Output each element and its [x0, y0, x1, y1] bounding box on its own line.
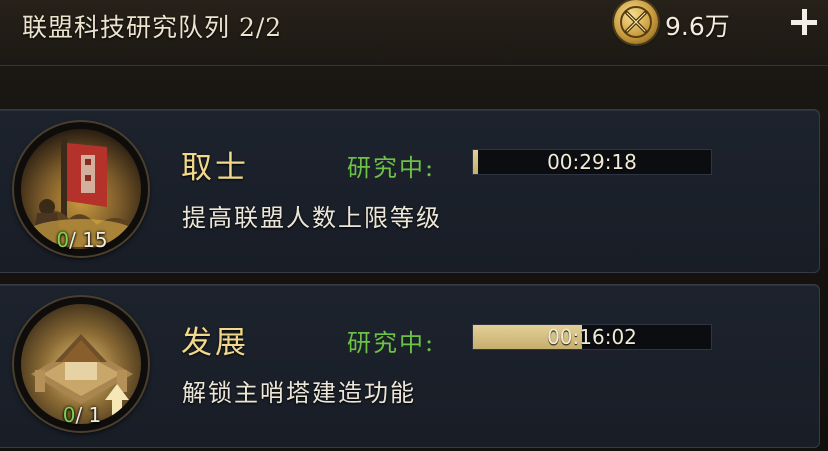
level-current: 0: [56, 228, 70, 252]
crossed-swords-coin-icon: [614, 0, 658, 44]
research-progress-bar: 00:16:02: [472, 324, 712, 350]
tech-card[interactable]: 0/ 1 发展 研究中: 00:16:02 解锁主哨塔建造功能: [0, 284, 820, 448]
add-currency-button[interactable]: [784, 2, 824, 42]
page-title: 联盟科技研究队列 2/2: [22, 13, 283, 42]
currency-amount: 9.6万: [665, 12, 730, 41]
level-max: / 15: [69, 228, 108, 252]
header-bar: 联盟科技研究队列 2/2 9.6万: [0, 0, 828, 66]
level-current: 0: [62, 403, 76, 427]
research-timer: 00:29:18: [547, 150, 637, 174]
tech-description: 解锁主哨塔建造功能: [182, 379, 416, 407]
tech-name: 发展: [181, 325, 249, 361]
research-timer: 00:16:02: [547, 325, 637, 349]
research-status: 研究中:: [347, 329, 436, 357]
tech-name: 取士: [181, 150, 249, 186]
research-progress-bar: 00:29:18: [472, 149, 712, 175]
alliance-tech-queue-panel: 联盟科技研究队列 2/2 9.6万 0/ 15 取士 研究中: 00:29:18…: [0, 0, 828, 451]
tech-level: 0/ 15: [0, 228, 164, 252]
tech-card[interactable]: 0/ 15 取士 研究中: 00:29:18 提高联盟人数上限等级: [0, 109, 820, 273]
level-max: / 1: [75, 403, 102, 427]
tech-level: 0/ 1: [0, 403, 164, 427]
tech-description: 提高联盟人数上限等级: [182, 204, 442, 232]
research-status: 研究中:: [347, 154, 436, 182]
